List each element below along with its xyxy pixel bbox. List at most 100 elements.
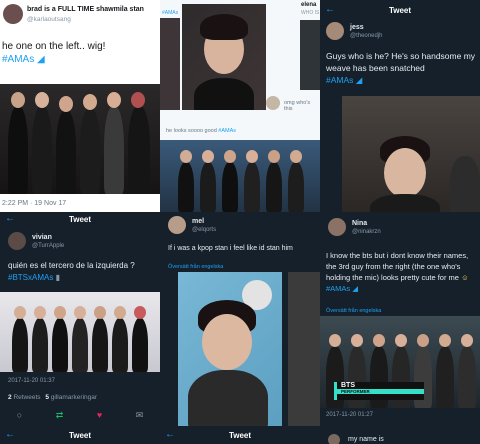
photo-figure-head — [94, 306, 106, 319]
photo-figure — [52, 318, 68, 372]
user-handle[interactable]: @TurrApple — [32, 243, 64, 249]
performer-banner: BTS PERFORMER — [334, 382, 424, 400]
photo-figure — [188, 370, 268, 426]
timestamp: 2:22 PM · 19 Nov 17 — [2, 200, 67, 207]
retweet-icon[interactable]: ⇄ — [56, 410, 64, 421]
photo-figure-head — [114, 306, 126, 319]
tweet-photo[interactable] — [300, 20, 320, 90]
timestamp: 2017-11-20 01:37 — [8, 378, 55, 384]
photo-figure-head — [373, 334, 385, 347]
photo-face — [384, 148, 426, 198]
photo-figure-head — [290, 150, 302, 163]
user-name[interactable]: jess — [350, 24, 364, 31]
photo-figure-head — [107, 92, 121, 108]
hashtag-link[interactable]: #AMAs — [162, 10, 178, 16]
back-arrow-icon[interactable]: ← — [165, 429, 175, 440]
photo-figure — [56, 110, 76, 194]
translate-link[interactable]: Översätt från engelska — [168, 264, 223, 270]
tweet-photo[interactable] — [0, 84, 160, 194]
avatar[interactable] — [328, 434, 340, 444]
tweet-photo[interactable]: BTS PERFORMER — [320, 316, 480, 408]
likes-count[interactable]: 5 — [45, 394, 49, 401]
user-handle[interactable]: WHO IS — [301, 10, 319, 16]
tweet-photo[interactable] — [342, 96, 480, 212]
photo-hair — [200, 14, 248, 40]
photo-figure — [244, 162, 260, 212]
avatar[interactable] — [3, 4, 23, 24]
photo-figure — [92, 318, 108, 372]
photo-figure — [32, 318, 48, 372]
message-icon[interactable]: ✉ — [136, 410, 144, 421]
avatar[interactable] — [8, 232, 26, 250]
tweet-panel-2: #AMAs elena WHO IS omg who's this he loo… — [160, 0, 320, 212]
tweet-photo[interactable] — [160, 18, 180, 110]
photo-figure-head — [439, 334, 451, 347]
user-name[interactable]: brad is a FULL TIME shawmila stan — [27, 6, 144, 13]
photo-figure-head — [268, 150, 280, 163]
tweet-panel-6: Nina @ninakrzn I know the bts but i dont… — [320, 212, 480, 444]
tweet-photo[interactable] — [288, 272, 320, 426]
avatar[interactable] — [326, 22, 344, 40]
photo-figure — [72, 318, 88, 372]
user-handle[interactable]: @karlaoutsang — [27, 16, 71, 23]
smile-emoji-icon: ☺ — [461, 273, 469, 282]
avatar[interactable] — [168, 216, 186, 234]
hashtag-link[interactable]: #AMAs — [326, 284, 350, 293]
photo-figure-head — [34, 306, 46, 319]
user-name[interactable]: Nina — [352, 220, 367, 227]
photo-figure-head — [224, 150, 236, 163]
sparkle-icon: ◢ — [355, 75, 363, 85]
back-arrow-icon[interactable]: ← — [325, 4, 335, 15]
photo-figure — [436, 346, 454, 408]
user-handle[interactable]: @theonedjh — [350, 33, 382, 39]
reply-icon[interactable]: ○ — [17, 410, 22, 421]
tweet-text: Guys who is he? He's so handsome my weav… — [326, 50, 476, 86]
tweet-photo[interactable] — [0, 292, 160, 372]
hashtag-link[interactable]: #AMAs — [326, 75, 353, 85]
translate-link[interactable]: Översätt från engelska — [326, 308, 381, 314]
user-handle[interactable]: @ninakrzn — [352, 229, 381, 235]
photo-figure — [128, 106, 150, 194]
photo-face — [202, 314, 252, 370]
user-name[interactable]: vivian — [32, 234, 52, 241]
tweet-header: ← Tweet — [320, 0, 480, 20]
retweets-label: Retweets — [13, 394, 41, 401]
hashtag-link[interactable]: #AMAs — [2, 54, 34, 65]
tweet-photo[interactable] — [160, 140, 320, 212]
user-name[interactable]: mel — [192, 218, 204, 225]
photo-figure — [80, 108, 100, 194]
sparkle-icon: ◢ — [37, 54, 45, 65]
retweets-count[interactable]: 2 — [8, 394, 12, 401]
hashtag-link[interactable]: #AMAs — [218, 128, 236, 134]
back-arrow-icon[interactable]: ← — [5, 213, 15, 224]
photo-figure-head — [54, 306, 66, 319]
likes-label: gillamarkeringar — [50, 394, 98, 401]
photo-figure-head — [14, 306, 26, 319]
photo-figure-head — [131, 92, 145, 108]
photo-figure — [32, 106, 52, 194]
photo-figure — [458, 346, 476, 408]
tweet-panel-4: ← Tweet vivian @TurrApple quién es el te… — [0, 212, 160, 444]
like-icon[interactable]: ♥ — [97, 410, 102, 421]
tweet-header: ← Tweet — [0, 428, 160, 442]
caption-text: he looks soooo good — [166, 128, 217, 134]
photo-figure — [104, 106, 124, 194]
tweet-photo[interactable] — [182, 4, 266, 110]
tweet-header: ← Tweet — [160, 428, 320, 442]
banner-subtitle: PERFORMER — [337, 389, 424, 394]
caption: he looks soooo good #AMAs — [166, 128, 236, 134]
avatar[interactable] — [266, 96, 280, 110]
photo-figure-head — [202, 150, 214, 163]
user-name[interactable]: elena — [301, 2, 316, 8]
photo-figure-head — [180, 150, 192, 163]
photo-figure-head — [417, 334, 429, 347]
hashtag-link[interactable]: #BTSxAMAs — [8, 273, 53, 282]
photo-figure — [8, 106, 28, 194]
user-handle[interactable]: @elqorts — [192, 227, 216, 233]
avatar[interactable] — [328, 218, 346, 236]
photo-figure — [370, 194, 440, 212]
tweet-panel-3: ← Tweet jess @theonedjh Guys who is he? … — [320, 0, 480, 212]
back-arrow-icon[interactable]: ← — [5, 429, 15, 440]
photo-figure — [266, 162, 282, 212]
tweet-photo[interactable] — [178, 272, 282, 426]
